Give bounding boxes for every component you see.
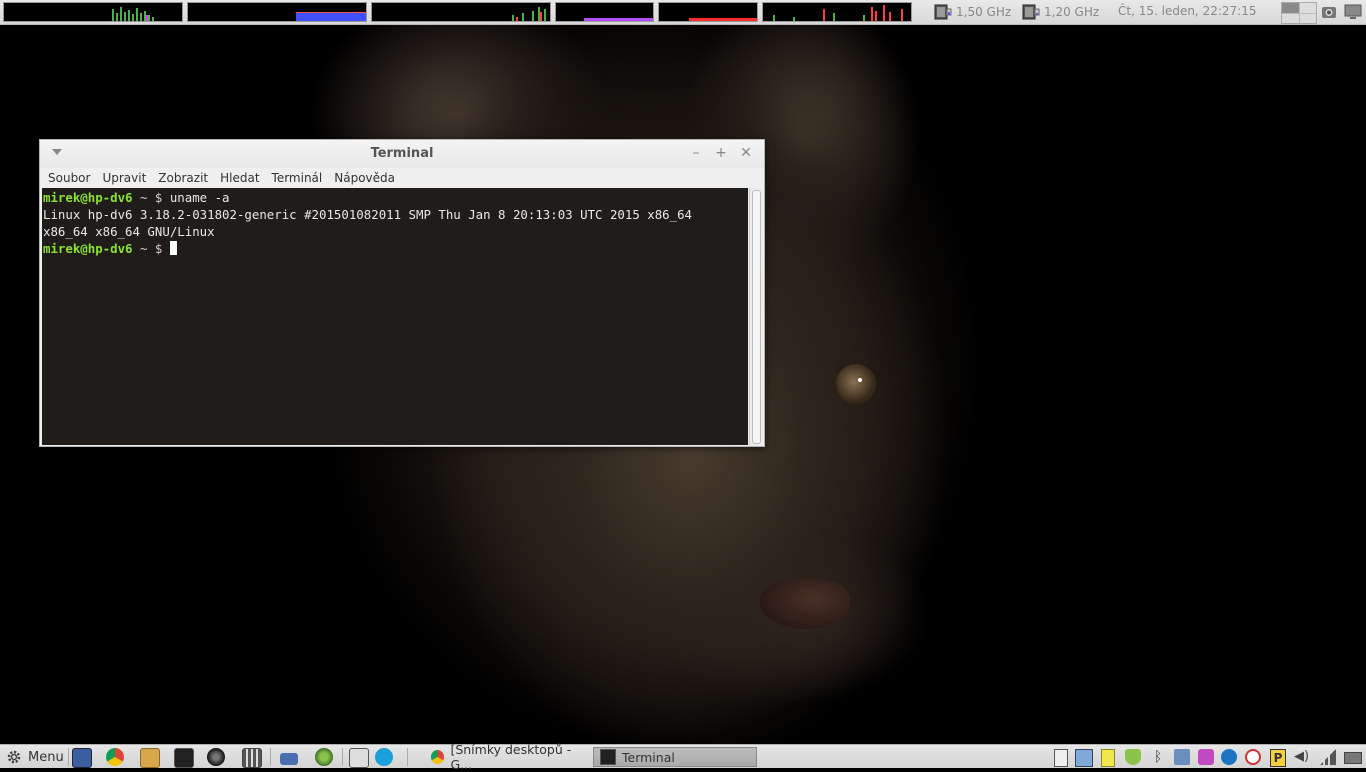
cpu-frequency-2-label: 1,20 GHz bbox=[1044, 5, 1100, 19]
taskbar-item-screenshots[interactable]: [Snímky desktopů - G... bbox=[425, 742, 591, 772]
wallpaper-nose bbox=[760, 579, 850, 629]
terminal-icon bbox=[600, 749, 616, 765]
prompt-user: mirek@hp-dv6 bbox=[43, 190, 133, 205]
screenshot-app-icon[interactable] bbox=[349, 748, 369, 768]
volume-icon[interactable]: ◀) bbox=[1294, 749, 1310, 765]
maximize-button[interactable]: + bbox=[713, 144, 729, 162]
screenshot-tray-icon[interactable] bbox=[1075, 749, 1093, 767]
menu-napoveda[interactable]: Nápověda bbox=[328, 168, 401, 188]
command-text: uname -a bbox=[169, 190, 230, 205]
main-menu-button[interactable]: Menu bbox=[6, 747, 64, 767]
screenshot-tool-icon[interactable] bbox=[1320, 3, 1338, 21]
workspace-3[interactable] bbox=[1282, 13, 1299, 23]
media-player-icon[interactable] bbox=[207, 748, 225, 766]
wallpaper-eye-right bbox=[836, 364, 876, 404]
chrome-icon bbox=[431, 750, 445, 764]
bluetooth-icon[interactable]: ᛒ bbox=[1150, 749, 1166, 765]
terminal-output-line-1: Linux hp-dv6 3.18.2-031802-generic #2015… bbox=[43, 207, 693, 222]
terminal-line-prompt: mirek@hp-dv6 ~ $ bbox=[43, 240, 748, 257]
cpu-chip-icon bbox=[1022, 4, 1040, 20]
notes-icon[interactable] bbox=[1101, 749, 1115, 767]
workspace-1[interactable] bbox=[1282, 3, 1299, 13]
messenger-icon[interactable] bbox=[1198, 749, 1214, 765]
network-signal-icon[interactable] bbox=[1320, 749, 1336, 765]
window-title: Terminal bbox=[370, 146, 434, 161]
battery-icon[interactable] bbox=[1344, 752, 1362, 764]
screen-display-icon[interactable] bbox=[1344, 3, 1362, 21]
shield-icon[interactable] bbox=[1125, 749, 1141, 765]
swap-graph-monitor[interactable] bbox=[555, 2, 654, 22]
workspace-4[interactable] bbox=[1299, 13, 1316, 23]
clock[interactable]: Čt, 15. leden, 22:27:15 bbox=[1118, 4, 1256, 18]
text-cursor bbox=[169, 241, 177, 255]
workspace-2[interactable] bbox=[1299, 3, 1316, 13]
prompt-user: mirek@hp-dv6 bbox=[43, 241, 133, 256]
terminal-output[interactable]: mirek@hp-dv6 ~ $ uname -a Linux hp-dv6 3.… bbox=[42, 188, 748, 445]
terminal-launcher-icon[interactable] bbox=[174, 748, 194, 768]
security-app-icon[interactable] bbox=[315, 748, 333, 766]
dropbox-icon[interactable] bbox=[1174, 749, 1190, 765]
panel-separator bbox=[407, 748, 408, 766]
cpu-frequency-2[interactable]: 1,20 GHz bbox=[1020, 3, 1099, 21]
menu-zobrazit[interactable]: Zobrazit bbox=[152, 168, 214, 188]
cpu-chip-icon bbox=[934, 4, 952, 20]
cpu-frequency-1[interactable]: 1,50 GHz bbox=[932, 3, 1011, 21]
scrollbar-thumb[interactable] bbox=[752, 190, 761, 444]
skype-icon[interactable] bbox=[375, 748, 393, 766]
close-button[interactable]: ✕ bbox=[738, 144, 754, 162]
minimize-button[interactable]: – bbox=[688, 144, 704, 162]
terminal-scrollbar[interactable] bbox=[749, 188, 762, 445]
memory-graph-monitor[interactable] bbox=[187, 2, 367, 22]
terminal-output-line-2: x86_64 x86_64 GNU/Linux bbox=[43, 224, 215, 239]
alarm-clock-icon[interactable] bbox=[1245, 749, 1261, 765]
menu-terminal[interactable]: Terminál bbox=[266, 168, 329, 188]
show-desktop-icon[interactable] bbox=[72, 748, 92, 768]
network-graph-monitor[interactable] bbox=[371, 2, 551, 22]
taskbar-item-terminal[interactable]: Terminal bbox=[593, 747, 757, 767]
main-menu-label: Menu bbox=[28, 749, 64, 765]
cpu-frequency-1-label: 1,50 GHz bbox=[956, 5, 1012, 19]
network-router-icon[interactable] bbox=[280, 753, 298, 765]
top-panel: 1,50 GHz 1,20 GHz Čt, 15. leden, 22:27:1… bbox=[0, 0, 1366, 25]
load-graph-monitor[interactable] bbox=[762, 2, 912, 22]
disk-graph-monitor[interactable] bbox=[658, 2, 758, 22]
p-app-icon[interactable]: P bbox=[1270, 749, 1286, 767]
home-folder-icon[interactable] bbox=[140, 748, 160, 768]
menu-hledat[interactable]: Hledat bbox=[214, 168, 265, 188]
prompt-suffix: ~ $ bbox=[132, 241, 170, 256]
hp-icon[interactable] bbox=[1221, 749, 1237, 765]
taskbar-item-label: Terminal bbox=[622, 749, 675, 765]
chrome-browser-icon[interactable] bbox=[106, 748, 124, 766]
panel-separator bbox=[68, 748, 69, 766]
prompt-suffix: ~ $ bbox=[132, 190, 170, 205]
gear-icon bbox=[7, 750, 21, 764]
menu-soubor[interactable]: Soubor bbox=[40, 168, 96, 188]
terminal-line-command: mirek@hp-dv6 ~ $ uname -a bbox=[43, 189, 748, 206]
bottom-panel: Menu [Snímky desktopů - G... Terminal ᛒ … bbox=[0, 742, 1366, 772]
terminal-window[interactable]: Terminal – + ✕ Soubor Upravit Zobrazit H… bbox=[39, 139, 765, 447]
terminal-menubar: Soubor Upravit Zobrazit Hledat Terminál … bbox=[40, 168, 764, 188]
workspace-switcher[interactable] bbox=[1281, 2, 1317, 24]
panel-separator bbox=[342, 748, 343, 766]
file-icon[interactable] bbox=[1054, 749, 1068, 767]
window-titlebar[interactable]: Terminal – + ✕ bbox=[40, 140, 764, 168]
calculator-icon[interactable] bbox=[242, 748, 262, 768]
cpu-graph-monitor[interactable] bbox=[3, 2, 183, 22]
panel-separator bbox=[270, 748, 271, 766]
menu-upravit[interactable]: Upravit bbox=[96, 168, 152, 188]
